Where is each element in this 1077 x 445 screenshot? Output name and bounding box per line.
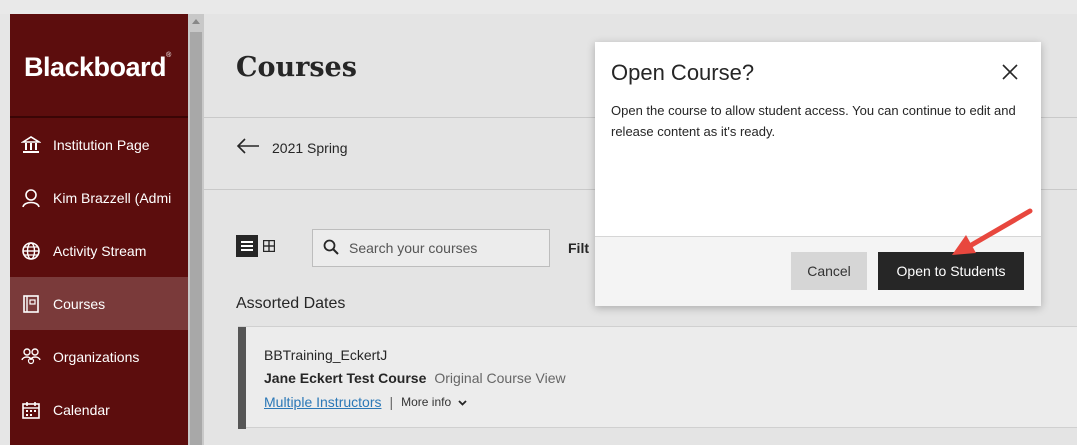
search-icon bbox=[323, 239, 339, 258]
sidebar-item-label: Courses bbox=[53, 295, 106, 312]
sidebar-item-organizations[interactable]: Organizations bbox=[10, 330, 188, 383]
people-icon bbox=[21, 347, 41, 367]
close-icon[interactable] bbox=[999, 61, 1021, 83]
scrollbar-thumb[interactable] bbox=[190, 32, 202, 445]
grid-icon bbox=[263, 240, 275, 252]
blackboard-logo[interactable]: Blackboard® bbox=[10, 14, 188, 118]
top-strip bbox=[0, 0, 1077, 14]
sidebar-item-profile[interactable]: Kim Brazzell (Admi bbox=[10, 171, 188, 224]
scroll-up-icon[interactable] bbox=[192, 19, 200, 24]
list-view-button[interactable] bbox=[236, 235, 258, 257]
course-id: BBTraining_EckertJ bbox=[264, 347, 388, 363]
course-view-type: Original Course View bbox=[434, 370, 566, 386]
course-meta-row: Multiple Instructors | More info bbox=[264, 394, 467, 410]
arrow-left-icon[interactable] bbox=[236, 138, 260, 157]
search-input[interactable]: Search your courses bbox=[312, 229, 550, 267]
sidebar-item-label: Organizations bbox=[53, 348, 140, 365]
course-status-bar bbox=[238, 327, 246, 429]
sidebar-item-label: Kim Brazzell (Admi bbox=[53, 189, 172, 206]
dialog-body: Open the course to allow student access.… bbox=[611, 103, 1016, 139]
filter-label[interactable]: Filt bbox=[568, 240, 589, 256]
sidebar-item-courses[interactable]: Courses bbox=[10, 277, 188, 330]
globe-icon bbox=[21, 241, 41, 261]
page-title: Courses bbox=[236, 52, 357, 83]
open-course-dialog: Open Course? Open the course to allow st… bbox=[595, 42, 1041, 306]
instructors-link[interactable]: Multiple Instructors bbox=[264, 394, 381, 410]
annotation-arrow-icon bbox=[952, 208, 1033, 255]
separator: | bbox=[389, 394, 394, 410]
chevron-down-icon bbox=[457, 400, 467, 406]
grid-view-button[interactable] bbox=[258, 235, 280, 257]
sidebar-item-activity-stream[interactable]: Activity Stream bbox=[10, 224, 188, 277]
course-name-row: Jane Eckert Test Course Original Course V… bbox=[264, 370, 566, 386]
breadcrumb-term[interactable]: 2021 Spring bbox=[272, 140, 348, 156]
section-heading: Assorted Dates bbox=[236, 295, 346, 312]
sidebar-item-calendar[interactable]: Calendar bbox=[10, 383, 188, 436]
sidebar-item-institution-page[interactable]: Institution Page bbox=[10, 118, 188, 171]
cancel-button[interactable]: Cancel bbox=[791, 252, 867, 290]
sidebar: Blackboard® Institution Page Kim Brazzel… bbox=[10, 14, 188, 445]
bank-icon bbox=[21, 135, 41, 155]
sidebar-item-label: Activity Stream bbox=[53, 242, 147, 259]
calendar-icon bbox=[21, 400, 41, 420]
course-name[interactable]: Jane Eckert Test Course bbox=[264, 370, 426, 386]
sidebar-scrollbar[interactable] bbox=[188, 14, 204, 445]
list-icon bbox=[241, 241, 253, 251]
dialog-title: Open Course? bbox=[611, 60, 755, 85]
breadcrumb[interactable]: 2021 Spring bbox=[236, 138, 348, 157]
course-card[interactable]: BBTraining_EckertJ Jane Eckert Test Cour… bbox=[238, 326, 1077, 429]
search-placeholder: Search your courses bbox=[349, 240, 478, 256]
user-icon bbox=[21, 188, 41, 208]
view-toggle bbox=[236, 235, 280, 257]
sidebar-item-label: Calendar bbox=[53, 401, 110, 418]
more-info-button[interactable]: More info bbox=[401, 395, 467, 409]
book-icon bbox=[21, 294, 41, 314]
sidebar-item-label: Institution Page bbox=[53, 136, 150, 153]
